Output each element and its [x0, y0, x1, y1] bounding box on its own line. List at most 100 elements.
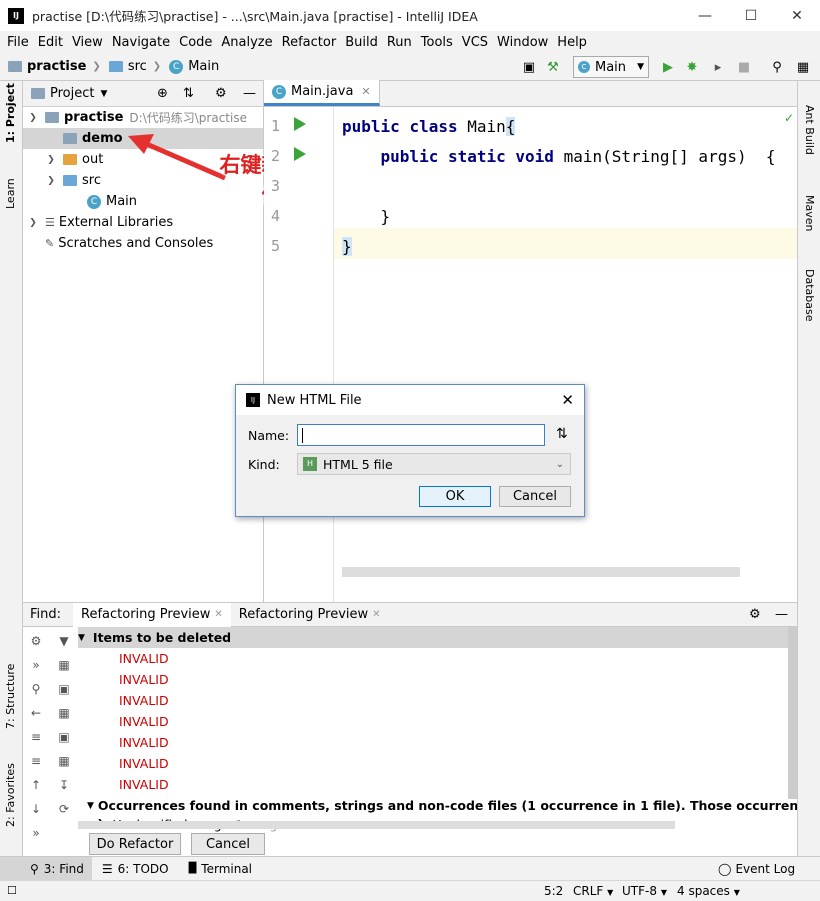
- tree-item-scratches[interactable]: ✎ Scratches and Consoles: [23, 233, 263, 254]
- tool-tab-find[interactable]: ⚲ 3: Find: [0, 856, 92, 881]
- run-icon[interactable]: ▶: [658, 57, 678, 77]
- menu-edit[interactable]: Edit: [35, 35, 69, 50]
- locate-target-icon[interactable]: ⊕: [157, 86, 168, 101]
- caret-position[interactable]: 5:2: [544, 884, 563, 898]
- tool-tab-learn[interactable]: Learn: [4, 178, 17, 209]
- gear-icon[interactable]: ⚙: [25, 630, 47, 652]
- kind-select[interactable]: H HTML 5 file ⌄: [297, 453, 571, 475]
- stop-icon[interactable]: ■: [734, 57, 754, 77]
- code-line-4[interactable]: }: [342, 207, 391, 226]
- code-line-1[interactable]: public class Main{: [342, 117, 516, 136]
- close-window-button[interactable]: ✕: [774, 0, 820, 31]
- tool-tab-database[interactable]: Database: [803, 269, 816, 322]
- tab-main-java[interactable]: C Main.java ✕: [264, 80, 380, 106]
- menu-build[interactable]: Build: [342, 35, 384, 50]
- more-icon[interactable]: »: [25, 822, 47, 844]
- breadcrumb-src[interactable]: src ❯: [108, 59, 161, 74]
- list-item[interactable]: INVALID: [119, 774, 169, 795]
- list-item[interactable]: INVALID: [119, 648, 169, 669]
- horizontal-scrollbar[interactable]: [78, 821, 675, 829]
- horizontal-scrollbar[interactable]: [342, 567, 740, 577]
- preview-icon[interactable]: ▣: [53, 678, 75, 700]
- filter-icon[interactable]: ▼: [53, 630, 75, 652]
- tool-tab-favorites[interactable]: 2: Favorites: [4, 763, 17, 827]
- tool-tab-structure[interactable]: 7: Structure: [4, 664, 17, 729]
- tool-tab-ant-build[interactable]: Ant Build: [803, 105, 816, 155]
- pin-icon[interactable]: ⚲: [25, 678, 47, 700]
- coverage-icon[interactable]: ▸: [708, 57, 728, 77]
- indent-select[interactable]: 4 spaces ▼: [677, 884, 740, 898]
- menu-navigate[interactable]: Navigate: [109, 35, 176, 50]
- search-everywhere-icon[interactable]: ⚲: [767, 57, 787, 77]
- list-item[interactable]: INVALID: [119, 711, 169, 732]
- name-input[interactable]: [297, 424, 545, 446]
- hide-panel-icon[interactable]: —: [243, 86, 256, 101]
- gear-icon[interactable]: ⚙: [215, 86, 227, 101]
- close-tab-icon[interactable]: ✕: [372, 609, 380, 620]
- down-arrow-icon[interactable]: ↓: [25, 798, 47, 820]
- presentation-icon[interactable]: ▦: [793, 57, 813, 77]
- maximize-button[interactable]: ☐: [728, 0, 774, 31]
- build-hammer-icon[interactable]: ⚒: [543, 57, 563, 77]
- back-arrow-icon[interactable]: ←: [25, 702, 47, 724]
- encoding-select[interactable]: UTF-8 ▼: [622, 884, 667, 898]
- breadcrumb-main[interactable]: C Main: [169, 59, 219, 74]
- tab-refactoring-preview-1[interactable]: Refactoring Preview ✕: [73, 602, 231, 627]
- close-icon[interactable]: ✕: [561, 391, 574, 409]
- menu-code[interactable]: Code: [176, 35, 218, 50]
- cancel-button[interactable]: Cancel: [499, 486, 571, 507]
- group-occurrences[interactable]: ▼ Occurrences found in comments, strings…: [87, 795, 797, 816]
- ok-button[interactable]: OK: [419, 486, 491, 507]
- menu-run[interactable]: Run: [384, 35, 418, 50]
- cancel-refactor-button[interactable]: Cancel: [191, 833, 265, 855]
- vertical-scrollbar[interactable]: [788, 627, 797, 799]
- breadcrumb-practise[interactable]: practise ❯: [8, 59, 101, 74]
- chevron-down-icon[interactable]: ▼: [100, 89, 107, 99]
- refresh-icon[interactable]: ⟳: [53, 798, 75, 820]
- list-item[interactable]: INVALID: [119, 669, 169, 690]
- project-structure-icon[interactable]: ▣: [519, 57, 539, 77]
- export-icon[interactable]: ↧: [53, 774, 75, 796]
- tool-tab-event-log[interactable]: ◯ Event Log: [718, 862, 795, 876]
- close-tab-icon[interactable]: ✕: [361, 85, 370, 98]
- merge-icon[interactable]: ▦: [53, 654, 75, 676]
- line-separator-select[interactable]: CRLF ▼: [573, 884, 613, 898]
- tool-tab-terminal[interactable]: █ Terminal: [179, 862, 262, 876]
- list-item[interactable]: INVALID: [119, 753, 169, 774]
- run-gutter-icon[interactable]: [294, 147, 306, 161]
- tree-item-external-libraries[interactable]: ❯ ☰ External Libraries: [23, 212, 263, 233]
- menu-tools[interactable]: Tools: [418, 35, 459, 50]
- close-tab-icon[interactable]: ✕: [214, 609, 222, 620]
- tool-tab-project[interactable]: 1: Project: [4, 83, 17, 143]
- gear-icon[interactable]: ⚙: [749, 607, 761, 622]
- menu-analyze[interactable]: Analyze: [218, 35, 278, 50]
- menu-view[interactable]: View: [69, 35, 109, 50]
- toggle-tool-windows-icon[interactable]: ☐: [7, 884, 17, 897]
- menu-help[interactable]: Help: [554, 35, 593, 50]
- tree-item-practise[interactable]: ❯ practise D:\代码练习\practise: [23, 107, 263, 128]
- project-view-select[interactable]: Project: [50, 86, 94, 101]
- expand-all-icon[interactable]: ≡: [25, 726, 47, 748]
- run-configuration-select[interactable]: C Main ▼: [573, 56, 649, 78]
- debug-bug-icon[interactable]: ✸: [682, 57, 702, 77]
- menu-window[interactable]: Window: [494, 35, 554, 50]
- menu-refactor[interactable]: Refactor: [279, 35, 343, 50]
- tab-refactoring-preview-2[interactable]: Refactoring Preview ✕: [231, 603, 389, 627]
- method-group-icon[interactable]: ▦: [53, 750, 75, 772]
- menu-vcs[interactable]: VCS: [459, 35, 494, 50]
- code-line-2[interactable]: public static void main(String[] args) {: [342, 147, 776, 166]
- minimize-button[interactable]: —: [682, 0, 728, 31]
- do-refactor-button[interactable]: Do Refactor: [89, 833, 181, 855]
- list-item[interactable]: INVALID: [119, 690, 169, 711]
- run-gutter-icon[interactable]: [294, 117, 306, 131]
- collapse-all-icon[interactable]: ⇅: [183, 86, 194, 101]
- group-items-to-be-deleted[interactable]: ▼ Items to be deleted: [78, 627, 796, 648]
- list-item[interactable]: INVALID: [119, 732, 169, 753]
- rerun-icon[interactable]: »: [25, 654, 47, 676]
- up-arrow-icon[interactable]: ↑: [25, 774, 47, 796]
- tool-tab-todo[interactable]: ☰ 6: TODO: [92, 862, 179, 876]
- tool-tab-maven[interactable]: Maven: [803, 195, 816, 231]
- collapse-all-icon[interactable]: ≡: [25, 750, 47, 772]
- module-group-icon[interactable]: ▣: [53, 726, 75, 748]
- hide-panel-icon[interactable]: —: [775, 607, 788, 622]
